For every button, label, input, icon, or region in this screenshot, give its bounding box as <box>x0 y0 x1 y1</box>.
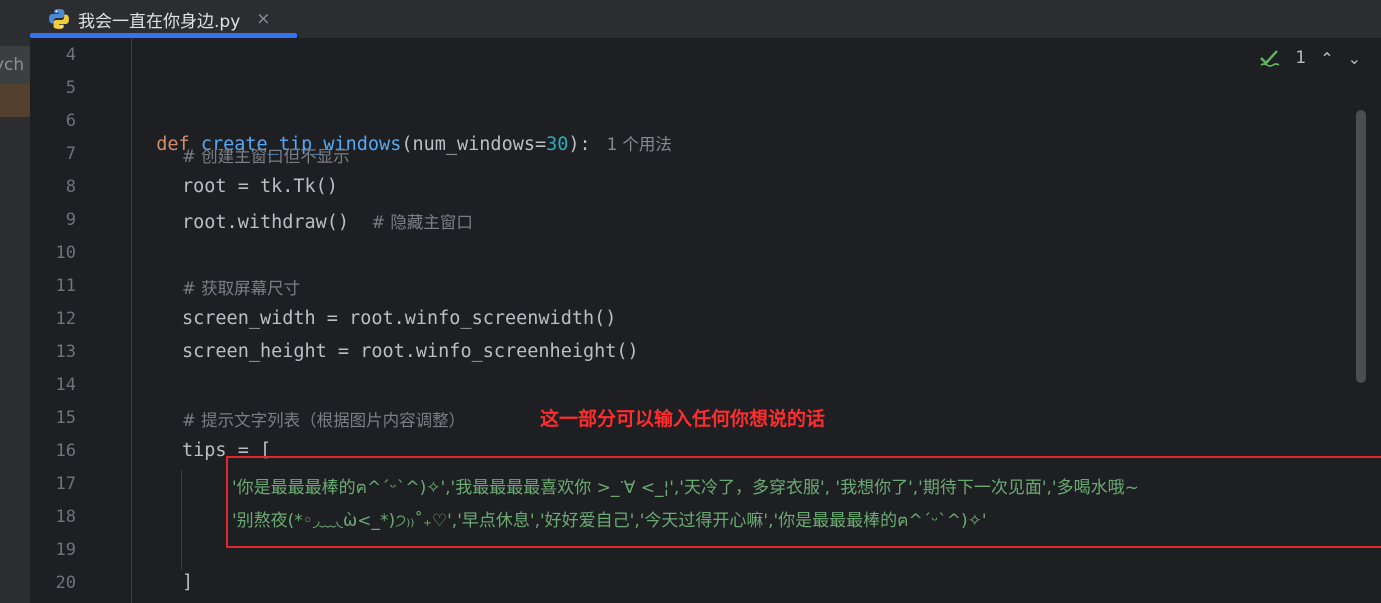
code-text: root.withdraw() <box>182 212 350 233</box>
indent-guide <box>131 38 132 603</box>
file-tab-title: 我会一直在你身边.py <box>78 11 241 32</box>
left-panel-strip <box>0 38 30 603</box>
annotation-box <box>226 456 1381 548</box>
usage-hint[interactable]: 1 个用法 <box>607 135 672 154</box>
project-panel-selection[interactable] <box>0 84 30 117</box>
code-line-13: screen_height = root.winfo_screenheight(… <box>182 341 639 362</box>
vertical-scrollbar[interactable] <box>1356 110 1366 383</box>
code-line-9: root.withdraw() # 隐藏主窗口 <box>182 209 473 233</box>
comment: # 提示文字列表（根据图片内容调整） <box>182 411 466 430</box>
line-number: 12 <box>55 309 76 329</box>
line-number: 20 <box>55 573 76 593</box>
line-number: 17 <box>55 474 76 494</box>
python-icon <box>49 9 69 29</box>
line-number: 6 <box>65 111 76 131</box>
chevron-up-icon[interactable]: ⌃ <box>1320 49 1333 68</box>
param-default: 30 <box>546 134 569 155</box>
code-line-15: # 提示文字列表（根据图片内容调整） <box>182 407 465 431</box>
inspection-count: 1 <box>1295 48 1307 68</box>
line-number: 16 <box>55 441 76 461</box>
chevron-down-icon[interactable]: ⌄ <box>1348 49 1361 68</box>
project-panel-text: ych <box>0 55 25 75</box>
code-text: root = tk.Tk() <box>182 176 338 197</box>
line-number: 19 <box>55 540 76 560</box>
line-number: 15 <box>55 408 76 428</box>
project-panel-label[interactable]: ych <box>0 46 30 84</box>
close-tab-icon[interactable]: × <box>256 9 270 29</box>
code-line-8: root = tk.Tk() <box>182 176 338 197</box>
param-open: (num_windows= <box>401 134 547 155</box>
editor-tab-bar: 我会一直在你身边.py × <box>0 0 1381 38</box>
line-number: 7 <box>65 144 76 164</box>
code-line-12: screen_width = root.winfo_screenwidth() <box>182 308 616 329</box>
code-text: screen_height = root.winfo_screenheight(… <box>182 341 639 362</box>
comment: # 创建主窗口但不显示 <box>182 147 350 166</box>
comment: # 获取屏幕尺寸 <box>182 279 301 298</box>
line-number: 18 <box>55 507 76 527</box>
line-number: 14 <box>55 375 76 395</box>
line-number: 13 <box>55 342 76 362</box>
inspection-widget[interactable]: 1 ⌃ ⌄ <box>1259 48 1361 68</box>
line-number: 8 <box>65 177 76 197</box>
line-number: 11 <box>55 276 76 296</box>
check-icon <box>1260 50 1280 67</box>
line-number: 10 <box>55 243 76 263</box>
line-number: 4 <box>65 45 76 65</box>
line-number: 9 <box>65 210 76 230</box>
param-close: ): <box>568 134 591 155</box>
comment: # 隐藏主窗口 <box>371 213 473 232</box>
code-line-20: ] <box>182 572 193 593</box>
line-number: 5 <box>65 78 76 98</box>
code-text: screen_width = root.winfo_screenwidth() <box>182 308 617 329</box>
indent-guide-inner <box>181 470 182 570</box>
code-line-7: # 创建主窗口但不显示 <box>182 143 350 167</box>
annotation-text: 这一部分可以输入任何你想说的话 <box>540 408 826 430</box>
code-line-11: # 获取屏幕尺寸 <box>182 275 300 299</box>
code-text: ] <box>182 572 194 593</box>
